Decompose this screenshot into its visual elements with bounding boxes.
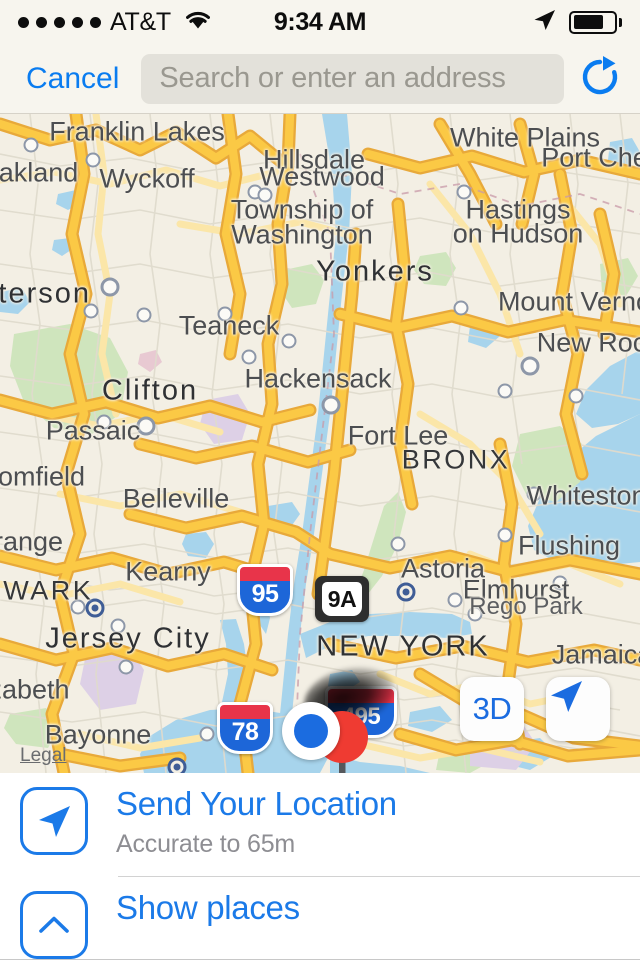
map-city-marker xyxy=(85,598,105,618)
battery-icon xyxy=(569,10,622,34)
send-location-title: Send Your Location xyxy=(116,785,397,822)
map-city-marker xyxy=(167,757,187,773)
search-bar: Cancel Search or enter an address xyxy=(0,44,640,114)
action-sheet: Send Your Location Accurate to 65m Show … xyxy=(0,773,640,960)
map-town-dot xyxy=(497,383,513,399)
signal-dot xyxy=(72,16,83,28)
status-bar-right xyxy=(531,7,622,38)
map-town-dot xyxy=(136,307,152,323)
highway-shield-95: 95 xyxy=(237,564,293,616)
map-town-dot xyxy=(497,527,513,543)
map-town-dot xyxy=(390,536,406,552)
location-arrow-icon xyxy=(531,7,557,38)
map-town-dot xyxy=(467,606,483,622)
map-town-dot xyxy=(199,726,215,742)
map-town-dot xyxy=(241,349,257,365)
current-location-dot xyxy=(282,702,340,760)
refresh-icon xyxy=(577,54,623,103)
highway-shield-78: 78 xyxy=(217,702,273,754)
map-town-dot xyxy=(447,592,463,608)
status-bar: AT&T 9:34 AM xyxy=(0,0,640,44)
send-location-row[interactable]: Send Your Location Accurate to 65m xyxy=(0,773,640,877)
maps-screen: AT&T 9:34 AM Cancel Search or enter an a… xyxy=(0,0,640,960)
tracking-button[interactable] xyxy=(546,677,610,741)
accuracy-label: Accurate to 65m xyxy=(116,829,296,858)
map-town-dot xyxy=(118,659,134,675)
signal-dot xyxy=(54,16,65,28)
legal-link[interactable]: Legal xyxy=(20,745,67,767)
map-town-dot xyxy=(456,184,472,200)
map-town-dot xyxy=(110,618,126,634)
wifi-icon xyxy=(184,9,212,35)
show-places-title: Show places xyxy=(116,889,300,926)
map-town-dot xyxy=(520,356,540,376)
map-town-dot xyxy=(136,416,156,436)
map-town-dot xyxy=(552,575,568,591)
map-city-marker xyxy=(396,582,416,602)
status-bar-left: AT&T xyxy=(18,8,212,37)
map-town-dot xyxy=(257,187,273,203)
send-location-text: Send Your Location Accurate to 65m xyxy=(116,773,620,859)
map-town-dot xyxy=(281,333,297,349)
location-arrow-icon xyxy=(20,787,88,855)
search-input[interactable]: Search or enter an address xyxy=(141,53,564,104)
three-d-label: 3D xyxy=(472,691,512,726)
map-town-dot xyxy=(526,486,542,502)
map-town-dot xyxy=(568,388,584,404)
map-town-dot xyxy=(321,395,341,415)
map-town-dot xyxy=(70,599,86,615)
signal-dot xyxy=(18,16,29,28)
search-placeholder: Search or enter an address xyxy=(159,62,506,94)
map-town-dot xyxy=(453,300,469,316)
signal-dot xyxy=(90,16,101,28)
highway-shield-9A: 9A xyxy=(315,576,369,622)
map-town-dot xyxy=(83,303,99,319)
map-canvas[interactable]: Franklin LakesOaklandWyckoffHillsdaleWes… xyxy=(0,114,640,773)
show-places-row[interactable]: Show places xyxy=(0,877,640,960)
three-d-button[interactable]: 3D xyxy=(460,677,524,741)
map-town-dot xyxy=(85,152,101,168)
cancel-button[interactable]: Cancel xyxy=(14,62,131,96)
map-town-dot xyxy=(23,137,39,153)
map-town-dot xyxy=(96,414,112,430)
map-vector-layer xyxy=(0,114,640,773)
map-town-dot xyxy=(100,277,120,297)
refresh-button[interactable] xyxy=(574,53,626,105)
show-places-text: Show places xyxy=(116,877,620,927)
carrier-label: AT&T xyxy=(110,7,171,36)
map-town-dot xyxy=(217,306,233,322)
signal-dot xyxy=(36,16,47,28)
signal-strength-dots xyxy=(18,16,101,28)
chevron-up-icon xyxy=(20,891,88,959)
